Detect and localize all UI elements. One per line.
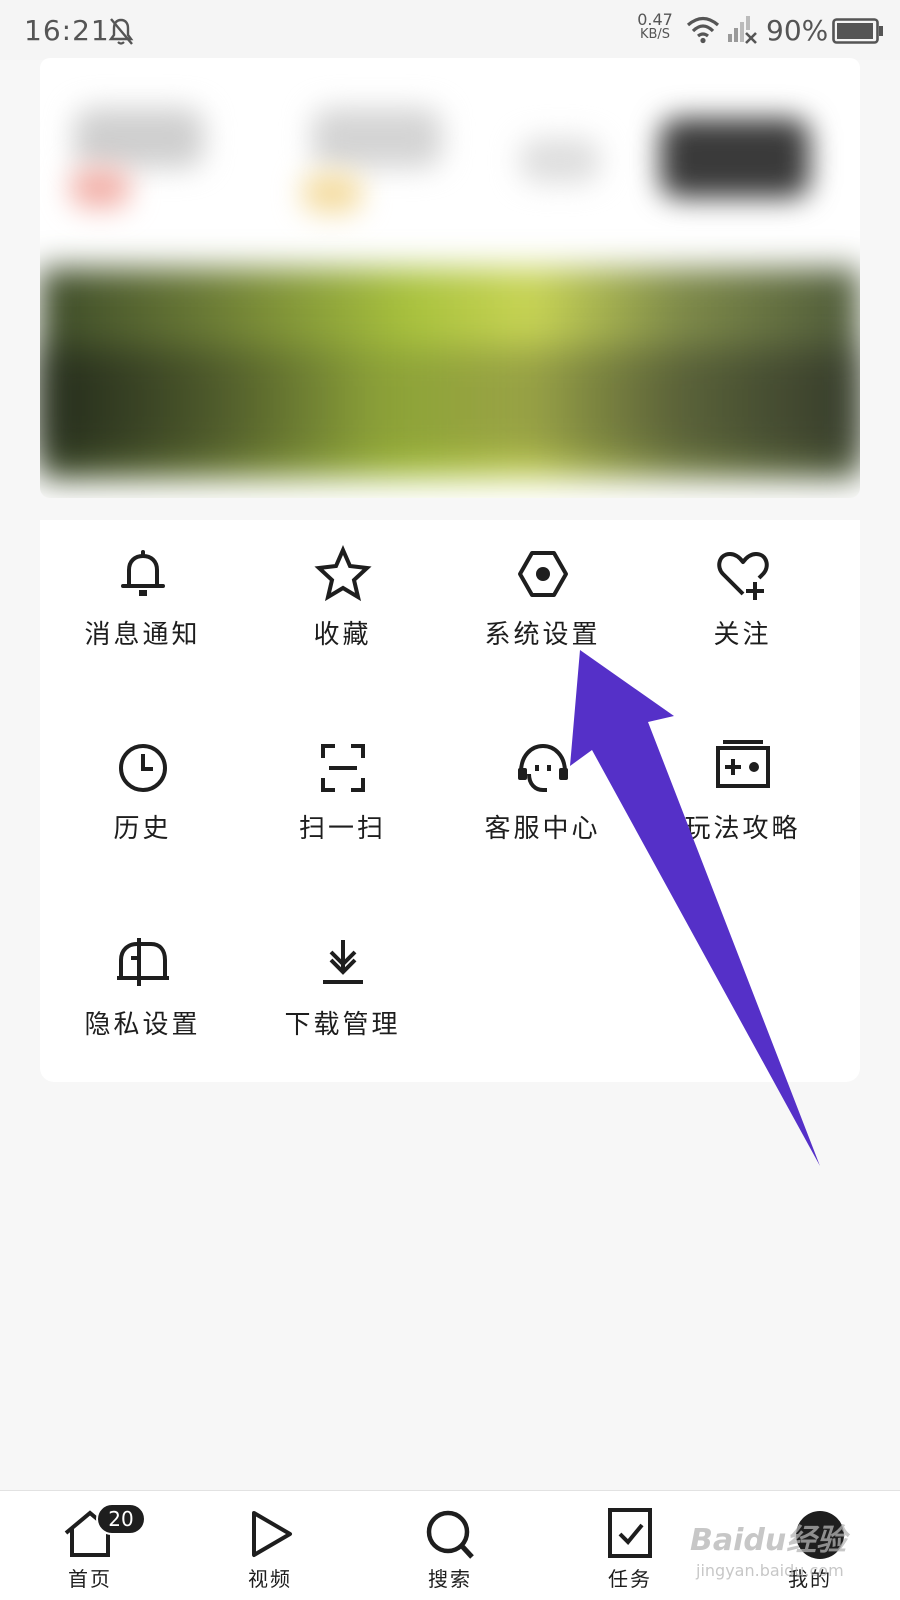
menu-item-label: 扫一扫 [298, 814, 386, 844]
menu-item-history[interactable]: 历史 [40, 714, 245, 864]
blurred-profile-header [40, 58, 860, 498]
play-icon [252, 1511, 292, 1557]
feature-menu-grid: 消息通知 收藏 系统设置 关注 历史 扫一扫 客服中心 玩法攻略 隐私设置 下载… [40, 520, 860, 1082]
wifi-icon [686, 16, 720, 44]
watermark-url: jingyan.baidu.com [696, 1561, 844, 1580]
menu-item-game-guide[interactable]: 玩法攻略 [640, 714, 845, 864]
heart-plus-icon [716, 552, 769, 600]
bell-icon [120, 550, 165, 596]
signal-off-icon [728, 16, 757, 44]
menu-item-follow[interactable]: 关注 [640, 520, 845, 670]
nav-item-home[interactable]: 20 首页 [30, 1491, 150, 1600]
game-guide-icon [715, 740, 770, 788]
menu-item-label: 关注 [713, 620, 772, 650]
nav-item-search[interactable]: 搜索 [390, 1491, 510, 1600]
menu-item-label: 消息通知 [84, 620, 201, 650]
task-check-icon [608, 1508, 652, 1558]
battery-percent: 90% [766, 14, 829, 47]
blurred-banner-shadow [40, 348, 860, 458]
nav-item-tasks[interactable]: 任务 [570, 1491, 690, 1600]
menu-item-customer-service[interactable]: 客服中心 [440, 714, 645, 864]
blurred-stat [74, 108, 204, 168]
blurred-stat [520, 138, 600, 183]
blurred-button[interactable] [660, 118, 810, 198]
menu-item-label: 历史 [113, 814, 172, 844]
mailbox-icon [116, 938, 169, 986]
menu-item-label: 系统设置 [484, 620, 601, 650]
menu-item-favorites[interactable]: 收藏 [240, 520, 445, 670]
menu-item-system-settings[interactable]: 系统设置 [440, 520, 645, 670]
menu-item-privacy-settings[interactable]: 隐私设置 [40, 910, 245, 1060]
hexagon-settings-icon [517, 551, 568, 597]
watermark-logo-text: Baidu经验 [690, 1523, 847, 1558]
search-icon [426, 1510, 474, 1559]
star-icon [313, 545, 372, 602]
status-bar: 16:21 0.47 KB/S 90% [0, 0, 900, 60]
nav-label: 任务 [608, 1567, 652, 1591]
nav-label: 搜索 [428, 1567, 472, 1591]
scan-icon [320, 744, 365, 792]
menu-item-notifications[interactable]: 消息通知 [40, 520, 245, 670]
menu-item-label: 玩法攻略 [684, 814, 801, 844]
battery-icon [832, 18, 883, 44]
bell-muted-icon [108, 18, 134, 45]
menu-item-label: 收藏 [313, 620, 372, 650]
nav-label: 首页 [68, 1567, 112, 1591]
headset-icon [517, 743, 568, 792]
menu-item-scan[interactable]: 扫一扫 [240, 714, 445, 864]
menu-item-label: 下载管理 [284, 1010, 401, 1040]
nav-item-video[interactable]: 视频 [210, 1491, 330, 1600]
blurred-stat [302, 173, 362, 213]
blurred-stat [70, 168, 130, 208]
menu-item-download-manager[interactable]: 下载管理 [240, 910, 445, 1060]
nav-label: 视频 [248, 1567, 292, 1591]
clock-icon [118, 744, 167, 792]
status-time: 16:21 [24, 14, 110, 47]
network-speed: 0.47 KB/S [637, 10, 673, 43]
menu-item-label: 客服中心 [484, 814, 601, 844]
download-icon [322, 940, 363, 984]
menu-item-label: 隐私设置 [84, 1010, 201, 1040]
baidu-jingyan-watermark: Baidu经验 jingyan.baidu.com [690, 1515, 890, 1590]
blurred-stat [312, 108, 442, 168]
home-badge: 20 [96, 1503, 146, 1535]
